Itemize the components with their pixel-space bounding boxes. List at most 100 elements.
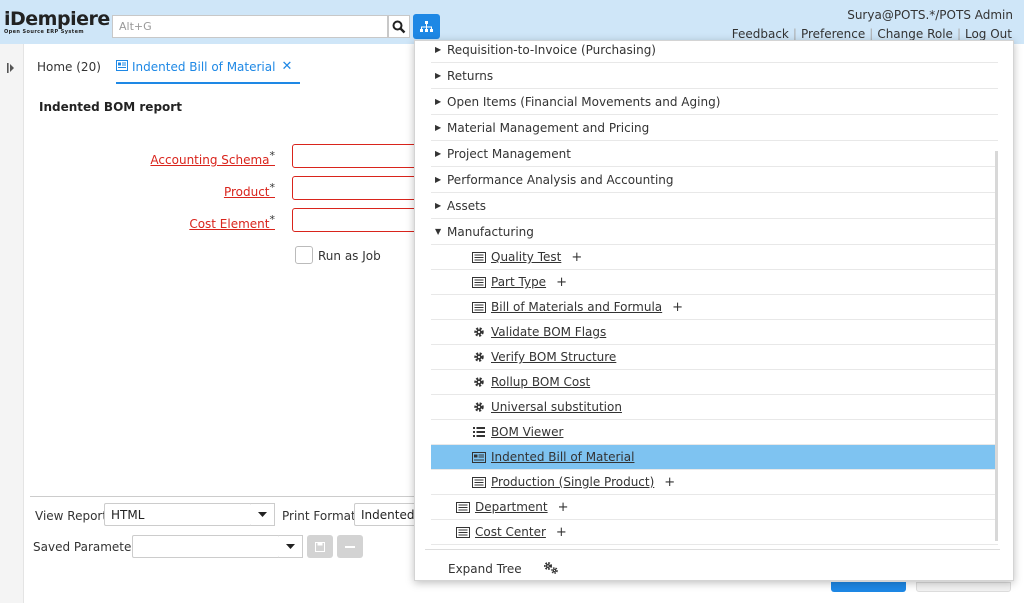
expand-panel-icon[interactable] [7, 63, 15, 73]
caret-down-icon: ▼ [435, 227, 442, 236]
menu-item-label: Rollup BOM Cost [491, 375, 591, 389]
report-icon [116, 60, 128, 71]
print-format-label: Print Format [282, 509, 356, 523]
menu-item-quality-test[interactable]: Quality Test + [431, 245, 998, 270]
menu-item-label: Production (Single Product) [491, 475, 655, 489]
mandatory-marker: * [269, 181, 276, 194]
cancel-button[interactable] [916, 582, 1011, 592]
menu-category-manufacturing[interactable]: ▼ Manufacturing [431, 219, 998, 245]
window-tabs: Home (20) Indented Bill of Material ✕ [24, 44, 424, 84]
category-label: Returns [447, 68, 494, 83]
cost-element-label[interactable]: Cost Element* [95, 213, 275, 231]
add-new-icon[interactable]: + [556, 275, 567, 290]
ok-button[interactable] [831, 582, 906, 592]
feedback-link[interactable]: Feedback [728, 27, 793, 41]
caret-right-icon: ▶ [435, 201, 442, 210]
menu-item-validate-bom-flags[interactable]: Validate BOM Flags [431, 320, 998, 345]
page-title: Indented BOM report [39, 100, 182, 114]
menu-item-bom-viewer[interactable]: BOM Viewer [431, 420, 998, 445]
menu-item-production[interactable]: Production (Single Product) + [431, 470, 998, 495]
menu-item-indented-bom[interactable]: Indented Bill of Material [431, 445, 998, 470]
menu-item-label: Cost Center [475, 525, 546, 539]
accounting-schema-field[interactable] [292, 144, 422, 168]
global-search-input[interactable]: Alt+G [112, 15, 388, 38]
caret-down-icon [258, 512, 267, 517]
accounting-schema-label[interactable]: Accounting Schema* [95, 149, 275, 167]
menu-category[interactable]: ▶ Returns [431, 63, 998, 89]
menu-item-rollup-bom-cost[interactable]: Rollup BOM Cost [431, 370, 998, 395]
field-label-text: Accounting Schema [150, 153, 270, 167]
category-label: Assets [447, 198, 487, 213]
menu-item-label: Department [475, 500, 548, 514]
menu-item-bill-of-materials[interactable]: Bill of Materials and Formula + [431, 295, 998, 320]
user-role-label[interactable]: Surya@POTS.*/POTS Admin [847, 8, 1013, 22]
saved-parameters-select[interactable] [132, 535, 280, 558]
minus-icon [345, 545, 355, 548]
search-button[interactable] [388, 15, 410, 38]
menu-item-universal-substitution[interactable]: Universal substitution [431, 395, 998, 420]
menu-item-label: BOM Viewer [491, 425, 564, 439]
save-parameters-button[interactable] [307, 535, 333, 558]
menu-tree-button[interactable] [413, 14, 440, 39]
menu-category[interactable]: ▶ Performance Analysis and Accounting [431, 167, 998, 193]
window-icon [471, 276, 487, 288]
add-new-icon[interactable]: + [571, 250, 582, 265]
caret-right-icon: ▶ [435, 149, 442, 158]
view-report-label: View Report [35, 509, 108, 523]
view-report-dropdown[interactable] [251, 503, 275, 526]
run-as-job-checkbox[interactable] [295, 246, 313, 264]
change-role-link[interactable]: Change Role [873, 27, 957, 41]
log-out-link[interactable]: Log Out [961, 27, 1016, 41]
menu-item-label: Part Type [491, 275, 547, 289]
add-new-icon[interactable]: + [664, 475, 675, 490]
category-label: Performance Analysis and Accounting [447, 172, 674, 187]
gear-icon [471, 351, 487, 363]
menu-item-department[interactable]: Department + [431, 495, 998, 520]
menu-item-verify-bom-structure[interactable]: Verify BOM Structure [431, 345, 998, 370]
expand-tree-toggle[interactable]: Expand Tree [448, 562, 522, 576]
mandatory-marker: * [269, 149, 276, 162]
caret-right-icon: ▶ [435, 175, 442, 184]
caret-right-icon: ▶ [435, 45, 442, 54]
menu-item-label: Universal substitution [491, 400, 622, 414]
save-icon [315, 541, 325, 552]
menu-item-cost-center[interactable]: Cost Center + [431, 520, 998, 545]
gears-icon[interactable] [543, 561, 559, 578]
menu-item-part-type[interactable]: Part Type + [431, 270, 998, 295]
tab-home[interactable]: Home (20) [37, 60, 101, 74]
delete-parameters-button[interactable] [337, 535, 363, 558]
tab-label: Indented Bill of Material [132, 60, 276, 74]
saved-parameters-label: Saved Parameters [33, 540, 143, 554]
add-new-icon[interactable]: + [558, 500, 569, 515]
west-panel-collapsed [0, 44, 24, 603]
add-new-icon[interactable]: + [672, 300, 683, 315]
menu-category[interactable]: ▶ Material Management and Pricing [431, 115, 998, 141]
field-label-text: Product [223, 185, 270, 199]
logo-text: iDempiere [4, 8, 110, 30]
product-label[interactable]: Product* [95, 181, 275, 199]
gear-icon [471, 401, 487, 413]
menu-scrollbar[interactable] [995, 151, 998, 541]
field-label-text: Cost Element [189, 217, 270, 231]
menu-item-label: Validate BOM Flags [491, 325, 607, 339]
saved-parameters-dropdown[interactable] [279, 535, 303, 558]
menu-category[interactable]: ▶ Project Management [431, 141, 998, 167]
mandatory-marker: * [269, 213, 276, 226]
gear-icon [471, 376, 487, 388]
menu-category[interactable]: ▶ Open Items (Financial Movements and Agi… [431, 89, 998, 115]
header-bar: iDempiere Open Source ERP System Alt+G S… [0, 0, 1024, 44]
report-icon [471, 451, 487, 463]
cost-element-field[interactable] [292, 208, 422, 232]
preference-link[interactable]: Preference [797, 27, 869, 41]
window-icon [471, 476, 487, 488]
menu-category[interactable]: ▶ Assets [431, 193, 998, 219]
product-field[interactable] [292, 176, 422, 200]
close-tab-icon[interactable]: ✕ [281, 60, 292, 74]
menu-category[interactable]: ▶ Requisition-to-Invoice (Purchasing) [431, 41, 998, 63]
view-report-select[interactable]: HTML [104, 503, 252, 526]
tab-indented-bom[interactable]: Indented Bill of Material ✕ [116, 54, 300, 84]
idempiere-logo[interactable]: iDempiere Open Source ERP System [4, 8, 110, 36]
add-new-icon[interactable]: + [556, 525, 567, 540]
caret-right-icon: ▶ [435, 123, 442, 132]
window-icon [455, 526, 471, 538]
